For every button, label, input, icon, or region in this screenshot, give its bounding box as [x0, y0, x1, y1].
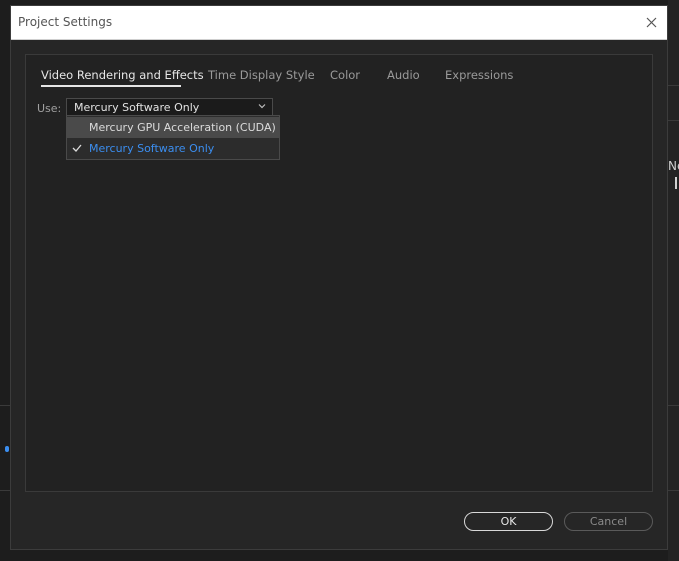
ok-button[interactable]: OK — [464, 512, 553, 531]
background-divider — [0, 490, 10, 491]
close-button[interactable] — [635, 6, 667, 39]
cancel-button[interactable]: Cancel — [564, 512, 653, 531]
chevron-down-icon — [258, 104, 266, 109]
background-divider — [0, 405, 10, 406]
renderer-select[interactable]: Mercury Software Only — [66, 98, 273, 116]
background-divider — [668, 490, 679, 491]
dialog-titlebar: Project Settings — [11, 6, 667, 40]
background-playhead-marker — [5, 446, 9, 452]
active-tab-indicator — [41, 85, 181, 87]
tab-audio[interactable]: Audio — [387, 68, 420, 82]
background-divider — [668, 85, 679, 86]
background-partial-text: Ne — [668, 159, 679, 173]
tab-video-rendering[interactable]: Video Rendering and Effects — [41, 68, 204, 82]
tab-expressions[interactable]: Expressions — [445, 68, 513, 82]
menu-item-label: Mercury Software Only — [89, 142, 215, 155]
dialog-title: Project Settings — [18, 15, 113, 29]
renderer-dropdown-menu: Mercury GPU Acceleration (CUDA) Mercury … — [66, 115, 280, 160]
tab-color[interactable]: Color — [330, 68, 360, 82]
menu-item-software-only[interactable]: Mercury Software Only — [67, 138, 279, 159]
background-divider — [668, 120, 679, 121]
background-cursor-mark — [675, 177, 677, 189]
close-icon — [646, 17, 656, 28]
renderer-label: Use: — [37, 102, 62, 115]
menu-item-gpu-cuda[interactable]: Mercury GPU Acceleration (CUDA) — [67, 117, 279, 138]
settings-panel: Video Rendering and Effects Time Display… — [25, 54, 653, 492]
menu-item-label: Mercury GPU Acceleration (CUDA) — [89, 121, 276, 134]
tab-time-display-style[interactable]: Time Display Style — [208, 68, 315, 82]
renderer-selected-value: Mercury Software Only — [74, 101, 200, 114]
checkmark-icon — [72, 144, 82, 152]
project-settings-dialog: Project Settings Video Rendering and Eff… — [10, 5, 668, 550]
background-divider — [668, 405, 679, 406]
